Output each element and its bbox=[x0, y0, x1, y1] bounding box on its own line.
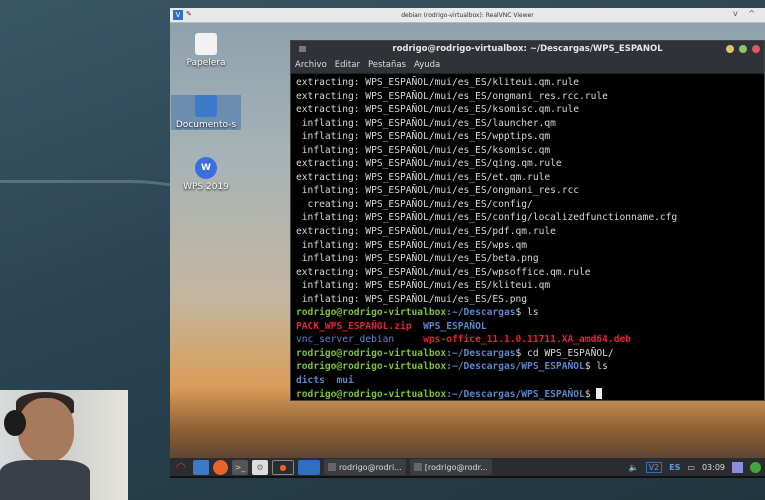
system-tray: 🔈 V2 ES ▭ 03:09 bbox=[629, 461, 765, 473]
close-button[interactable] bbox=[752, 45, 760, 53]
firefox-icon[interactable] bbox=[213, 459, 228, 475]
ls-output: vnc_server_debian wps-office_11.1.0.1171… bbox=[296, 334, 632, 346]
output-line: inflating: WPS_ESPAÑOL/mui/es_ES/wps.qm bbox=[296, 239, 528, 251]
task-terminal-1[interactable]: rodrigo@rodri... bbox=[324, 459, 406, 475]
output-line: extracting: WPS_ESPAÑOL/mui/es_ES/qing.q… bbox=[296, 158, 562, 170]
output-line: extracting: WPS_ESPAÑOL/mui/es_ES/ksomis… bbox=[296, 104, 580, 116]
terminal-task-icon[interactable] bbox=[298, 459, 320, 475]
output-line: extracting: WPS_ESPAÑOL/mui/es_ES/ongman… bbox=[296, 90, 608, 102]
folder-icon bbox=[195, 95, 217, 117]
prompt-line: rodrigo@rodrigo-virtualbox:~/Descargas/W… bbox=[296, 387, 764, 402]
desktop-icon-documents[interactable]: Documento-s bbox=[171, 95, 241, 130]
menu-archivo[interactable]: Archivo bbox=[295, 60, 327, 70]
desktop-icon-label: Papelera bbox=[186, 58, 226, 68]
pin-icon[interactable]: ✎ bbox=[186, 10, 192, 18]
output-line: extracting: WPS_ESPAÑOL/mui/es_ES/wpsoff… bbox=[296, 266, 591, 278]
output-line: inflating: WPS_ESPAÑOL/mui/es_ES/ongmani… bbox=[296, 185, 580, 197]
output-line: extracting: WPS_ESPAÑOL/mui/es_ES/pdf.qm… bbox=[296, 226, 556, 238]
terminal-window: rodrigo@rodrigo-virtualbox: ~/Descargas/… bbox=[290, 40, 765, 401]
output-line: extracting: WPS_ESPAÑOL/mui/es_ES/kliteu… bbox=[296, 77, 580, 88]
output-line: inflating: WPS_ESPAÑOL/mui/es_ES/kliteui… bbox=[296, 280, 551, 292]
terminal-launcher-icon[interactable]: >_ bbox=[232, 459, 248, 475]
remote-desktop: Papelera Documento-s W WPS 2019 rodrigo@… bbox=[170, 23, 765, 478]
ls-output: dicts mui bbox=[296, 375, 354, 387]
trash-icon bbox=[195, 33, 217, 55]
display-icon[interactable]: ▭ bbox=[687, 463, 695, 472]
vnc-viewer-window: V ✎ debian (rodrigo-virtualbox): RealVNC… bbox=[170, 8, 765, 478]
desktop-icon-wps[interactable]: W WPS 2019 bbox=[171, 157, 241, 192]
desktop-icon-label: WPS 2019 bbox=[183, 182, 229, 192]
webcam-overlay bbox=[0, 390, 128, 500]
firefox-task-icon[interactable]: ● bbox=[272, 459, 294, 475]
notification-icon[interactable] bbox=[732, 461, 743, 473]
terminal-output[interactable]: extracting: WPS_ESPAÑOL/mui/es_ES/kliteu… bbox=[291, 74, 764, 401]
terminal-icon bbox=[299, 46, 306, 52]
text-cursor bbox=[596, 387, 603, 399]
output-line: inflating: WPS_ESPAÑOL/mui/es_ES/config/… bbox=[296, 212, 678, 224]
desktop-icon-label: Documento-s bbox=[175, 120, 237, 130]
keyboard-layout[interactable]: ES bbox=[669, 463, 680, 472]
menu-launcher-icon[interactable]: ◠ bbox=[173, 460, 189, 475]
prompt-line: rodrigo@rodrigo-virtualbox:~/Descargas$ … bbox=[296, 307, 539, 319]
desktop-icon-trash[interactable]: Papelera bbox=[171, 33, 241, 68]
output-line: inflating: WPS_ESPAÑOL/mui/es_ES/wpptips… bbox=[296, 131, 551, 143]
clock[interactable]: 03:09 bbox=[702, 463, 725, 472]
ls-output: PACK_WPS_ESPAÑOL.zip WPS_ESPAÑOL bbox=[296, 320, 487, 332]
minimize-button[interactable] bbox=[726, 45, 734, 53]
output-line: extracting: WPS_ESPAÑOL/mui/es_ES/et.qm.… bbox=[296, 171, 551, 183]
task-terminal-2[interactable]: [rodrigo@rodr... bbox=[409, 459, 492, 475]
maximize-button[interactable] bbox=[739, 45, 747, 53]
menu-editar[interactable]: Editar bbox=[335, 60, 360, 70]
vnc-title-bar[interactable]: V ✎ debian (rodrigo-virtualbox): RealVNC… bbox=[170, 8, 765, 23]
volume-icon[interactable]: 🔈 bbox=[629, 463, 639, 472]
terminal-menu-bar: Archivo Editar Pestañas Ayuda bbox=[291, 57, 764, 74]
wps-icon: W bbox=[195, 157, 217, 179]
menu-pestanas[interactable]: Pestañas bbox=[368, 60, 406, 70]
output-line: inflating: WPS_ESPAÑOL/mui/es_ES/beta.pn… bbox=[296, 253, 539, 265]
window-controls[interactable]: v ^ bbox=[733, 9, 759, 18]
output-line: inflating: WPS_ESPAÑOL/mui/es_ES/launche… bbox=[296, 117, 556, 129]
terminal-title-bar[interactable]: rodrigo@rodrigo-virtualbox: ~/Descargas/… bbox=[291, 41, 764, 57]
vnc-server-icon[interactable]: V2 bbox=[645, 461, 663, 473]
settings-icon[interactable]: ⚙ bbox=[252, 459, 268, 475]
vnc-title: debian (rodrigo-virtualbox): RealVNC Vie… bbox=[401, 11, 534, 19]
status-icon[interactable] bbox=[750, 461, 761, 473]
prompt-line: rodrigo@rodrigo-virtualbox:~/Descargas/W… bbox=[296, 361, 608, 373]
taskbar: ◠ >_ ⚙ ● rodrigo@rodri... [rodrigo@rodr.… bbox=[170, 458, 765, 478]
terminal-title: rodrigo@rodrigo-virtualbox: ~/Descargas/… bbox=[392, 44, 663, 54]
output-line: inflating: WPS_ESPAÑOL/mui/es_ES/ES.png bbox=[296, 293, 528, 305]
vnc-app-icon: V bbox=[173, 10, 183, 20]
output-line: inflating: WPS_ESPAÑOL/mui/es_ES/ksomisc… bbox=[296, 144, 551, 156]
output-line: creating: WPS_ESPAÑOL/mui/es_ES/config/ bbox=[296, 198, 533, 210]
file-manager-icon[interactable] bbox=[193, 459, 209, 475]
menu-ayuda[interactable]: Ayuda bbox=[414, 60, 440, 70]
prompt-line: rodrigo@rodrigo-virtualbox:~/Descargas$ … bbox=[296, 347, 614, 359]
